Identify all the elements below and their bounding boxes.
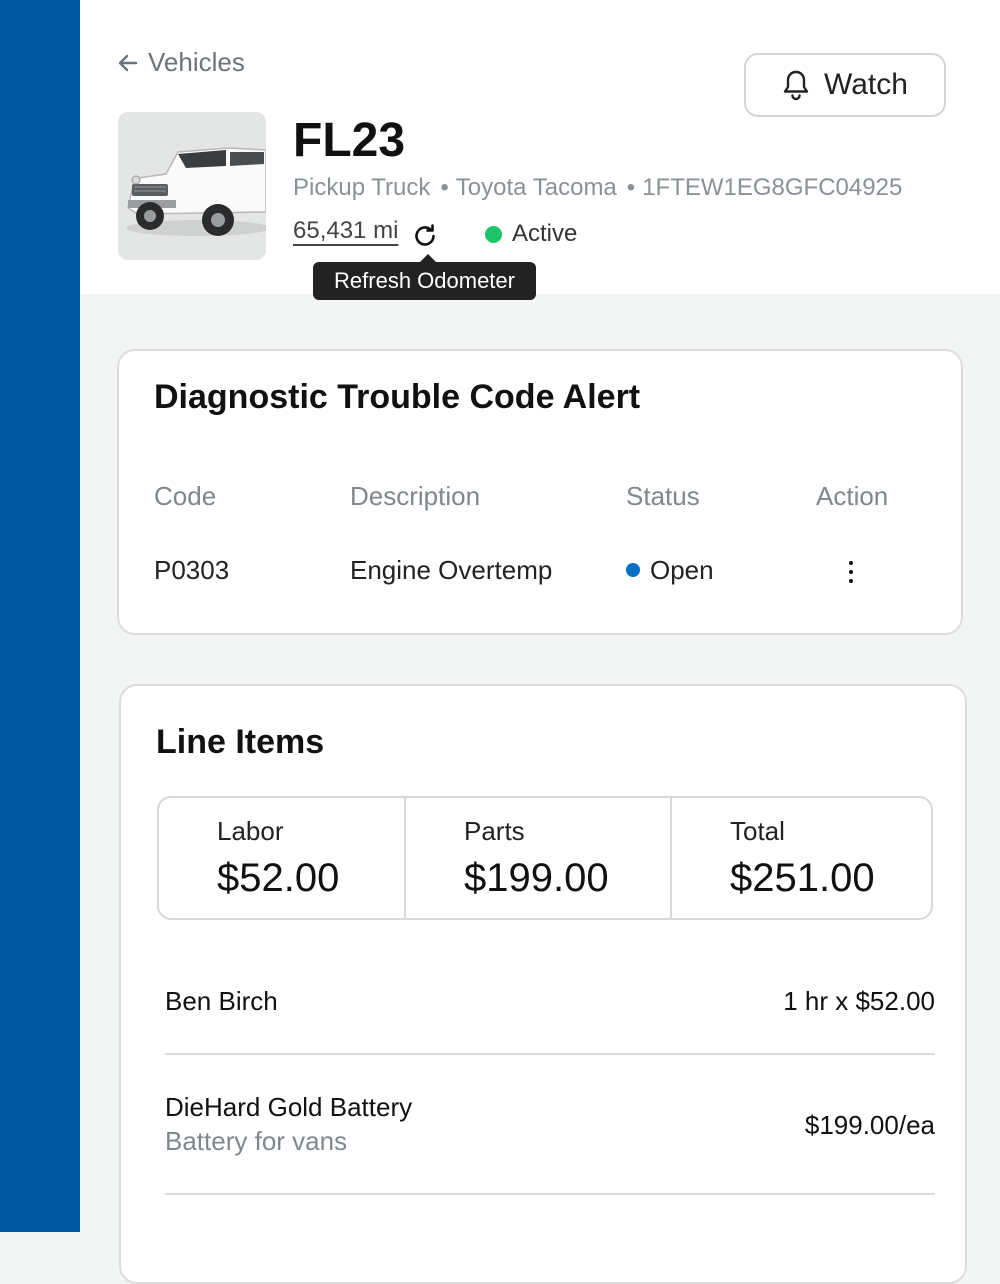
line-item-subtitle: Battery for vans <box>165 1126 348 1156</box>
summary-label: Total <box>730 816 785 846</box>
summary-label: Parts <box>464 816 525 846</box>
back-link[interactable]: Vehicles <box>117 47 245 78</box>
column-header-action: Action <box>816 481 889 511</box>
divider <box>165 1053 935 1055</box>
summary-labor: Labor $52.00 <box>159 798 406 918</box>
vehicle-meta: Pickup Truck • Toyota Tacoma • 1FTEW1EG8GFC0… <box>293 174 902 202</box>
vehicle-status: Active <box>485 220 577 248</box>
vehicle-type: Pickup Truck <box>293 174 431 201</box>
line-item-name: DieHard Gold Battery <box>165 1092 413 1122</box>
column-header-code: Code <box>154 481 217 511</box>
meta-separator: • <box>440 174 449 201</box>
vehicle-model: Toyota Tacoma <box>455 174 617 201</box>
dtc-alert-card: Diagnostic Trouble Code Alert Code Descr… <box>117 349 963 635</box>
dtc-status: Open <box>626 555 714 586</box>
status-label: Active <box>512 220 578 247</box>
odometer-reading[interactable]: 65,431 mi <box>293 217 398 245</box>
summary-value: $52.00 <box>217 856 340 900</box>
cost-summary: Labor $52.00 Parts $199.00 Total $251.00 <box>157 796 933 920</box>
refresh-odometer-tooltip: Refresh Odometer <box>313 254 536 300</box>
summary-label: Labor <box>217 816 284 846</box>
back-link-label: Vehicles <box>148 47 245 77</box>
watch-button-label: Watch <box>824 68 908 101</box>
column-header-status: Status <box>626 481 700 511</box>
dtc-status-label: Open <box>650 555 714 585</box>
vehicle-vin: 1FTEW1EG8GFC04925 <box>642 174 903 201</box>
sidebar <box>0 0 80 1232</box>
status-open-dot <box>626 563 640 578</box>
pickup-truck-image <box>118 112 266 260</box>
more-actions-icon[interactable] <box>841 559 861 585</box>
line-item-price: $199.00/ea <box>804 1110 935 1140</box>
watch-button[interactable]: Watch <box>744 53 946 117</box>
line-items-title: Line Items <box>156 723 325 761</box>
meta-separator: • <box>626 174 636 201</box>
column-header-description: Description <box>350 481 481 511</box>
line-item-price: 1 hr x $52.00 <box>783 986 935 1016</box>
line-items-card: Line Items Labor $52.00 Parts $199.00 To… <box>119 684 967 1284</box>
dtc-code: P0303 <box>154 555 230 585</box>
vehicle-thumbnail <box>118 112 266 260</box>
summary-parts: Parts $199.00 <box>406 798 672 918</box>
summary-total: Total $251.00 <box>672 798 931 918</box>
vehicle-name: FL23 <box>293 114 406 167</box>
summary-value: $199.00 <box>464 856 609 900</box>
status-dot <box>485 225 502 243</box>
summary-value: $251.00 <box>730 856 875 900</box>
arrow-left-icon <box>118 54 138 71</box>
refresh-icon[interactable] <box>411 222 439 250</box>
divider <box>165 1193 935 1195</box>
dtc-description: Engine Overtemp <box>350 555 553 585</box>
dtc-card-title: Diagnostic Trouble Code Alert <box>154 378 641 416</box>
line-item-name: Ben Birch <box>165 986 278 1016</box>
bell-icon <box>783 70 809 101</box>
